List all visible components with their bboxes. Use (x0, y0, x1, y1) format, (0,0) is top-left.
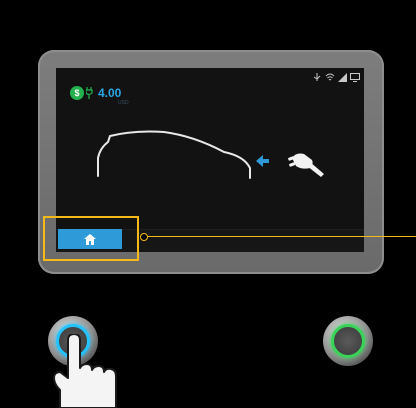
charging-plug-icon (288, 153, 324, 177)
balance-unit: USD (118, 100, 129, 106)
signal-icon (338, 72, 347, 82)
callout-dot (140, 233, 148, 241)
hand-pointer-icon (53, 334, 117, 408)
mini-plug-icon (86, 87, 93, 99)
balance-amount: 4.00 (98, 86, 122, 100)
home-button-highlight (43, 216, 139, 261)
car-outline-icon (97, 130, 251, 179)
coin-symbol: $ (74, 88, 80, 98)
usb-icon (313, 72, 321, 81)
arrow-left-icon (256, 155, 269, 167)
green-ring-button[interactable] (323, 316, 373, 366)
wifi-icon (325, 73, 335, 80)
callout-line (147, 236, 416, 237)
dollar-coin-icon: $ (70, 86, 84, 100)
status-bar (312, 71, 360, 83)
balance-display: $ 4.00 USD (70, 86, 129, 106)
monitor-icon (350, 72, 360, 82)
green-ring-light (331, 324, 365, 358)
